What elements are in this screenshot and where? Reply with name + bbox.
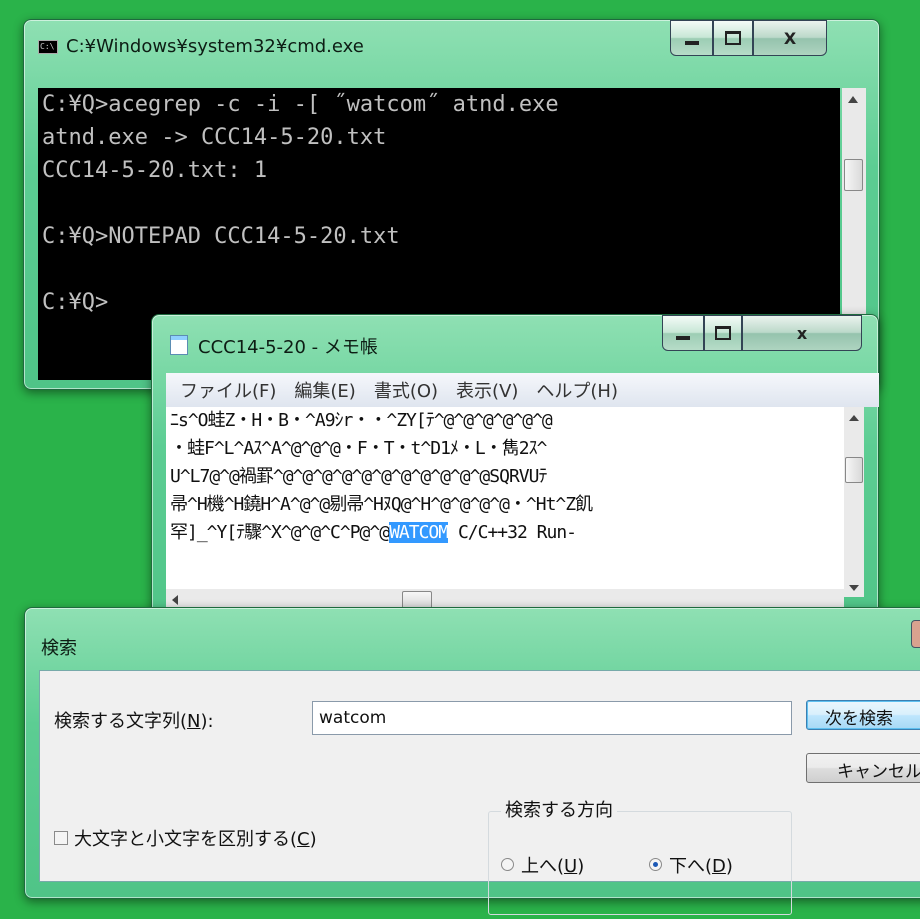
text-line-end: C/C++32 Run- <box>448 522 577 543</box>
console-line: C:¥Q>NOTEPAD CCC14-5-20.txt <box>42 224 400 249</box>
notepad-window: CCC14-5-20 - メモ帳 x ファイル(F) 編集(E) 書式(O) 表… <box>151 314 879 646</box>
minimize-icon <box>676 336 690 340</box>
direction-group: 検索する方向 上へ(U) 下へ(D) <box>488 796 792 915</box>
close-icon: x <box>796 323 808 343</box>
find-what-label: 検索する文字列(N): <box>54 711 214 732</box>
console-line: C:¥Q>acegrep -c -i -[ ˝watcom˝ atnd.exe <box>42 92 559 117</box>
console-line: atnd.exe -> CCC14-5-20.txt <box>42 125 387 150</box>
text-area[interactable]: ﾆs^O蛙Z・H・B・^A9ｼr・・^ZY[ﾃ^@^@^@^@^@^@ ・蛙F^… <box>166 407 844 589</box>
text-line: 帚^H機^H鐃H^A^@^@剔帚^HﾇQ@^H^@^@^@^@・^Ht^Z飢 <box>170 494 593 515</box>
menu-view[interactable]: 表示(V) <box>456 377 518 403</box>
notepad-title: CCC14-5-20 - メモ帳 <box>198 337 378 358</box>
search-input[interactable]: watcom <box>312 701 792 735</box>
minimize-button[interactable] <box>670 20 713 56</box>
maximize-icon <box>715 326 731 340</box>
menu-bar: ファイル(F) 編集(E) 書式(O) 表示(V) ヘルプ(H) <box>166 373 879 407</box>
scroll-thumb[interactable] <box>844 159 863 191</box>
menu-help[interactable]: ヘルプ(H) <box>536 377 618 403</box>
find-next-button[interactable]: 次を検索 <box>806 700 920 730</box>
menu-edit[interactable]: 編集(E) <box>294 377 355 403</box>
match-case-label[interactable]: 大文字と小文字を区別する(C) <box>74 825 317 851</box>
text-line: U^L7@^@禍罫^@^@^@^@^@^@^@^@^@^@^@SQRVUﾃ <box>170 466 547 487</box>
close-button[interactable] <box>911 620 920 648</box>
maximize-button[interactable] <box>704 315 742 351</box>
find-dialog-title: 検索 <box>41 638 77 659</box>
vertical-scrollbar[interactable] <box>844 407 864 597</box>
cmd-title: C:¥Windows¥system32¥cmd.exe <box>66 36 364 57</box>
text-line-start: 罕]_^Y[ﾃ驟^X^@^@^C^P@^@ <box>170 522 390 543</box>
text-line: ﾆs^O蛙Z・H・B・^A9ｼr・・^ZY[ﾃ^@^@^@^@^@^@ <box>170 410 553 431</box>
text-line: 罕]_^Y[ﾃ驟^X^@^@^C^P@^@WATCOM C/C++32 Run- <box>170 519 844 547</box>
minimize-button[interactable] <box>662 315 704 351</box>
menu-file[interactable]: ファイル(F) <box>180 377 276 403</box>
text-line: ・蛙F^L^Aｽ^A^@^@^@・F・T・t^D1ﾒ・L・雋2ｽ^ <box>170 438 547 459</box>
scroll-down-icon[interactable] <box>849 585 859 591</box>
cancel-button[interactable]: キャンセル <box>806 753 920 783</box>
maximize-button[interactable] <box>713 20 753 56</box>
find-dialog-body: 検索する文字列(N): watcom 次を検索 キャンセル 検索する方向 上へ(… <box>39 670 920 915</box>
match-case-checkbox[interactable] <box>54 831 68 845</box>
close-button[interactable]: X <box>753 20 827 56</box>
direction-down-radio[interactable] <box>649 858 662 871</box>
direction-label: 検索する方向 <box>501 796 617 822</box>
direction-up-label[interactable]: 上へ(U) <box>521 852 584 878</box>
close-button[interactable]: x <box>742 315 862 351</box>
find-dialog: 検索 検索する文字列(N): watcom 次を検索 キャンセル 検索する方向 … <box>24 607 920 915</box>
scroll-thumb[interactable] <box>845 457 863 483</box>
notepad-icon <box>170 335 188 355</box>
console-line: CCC14-5-20.txt: 1 <box>42 158 268 183</box>
minimize-icon <box>684 41 699 45</box>
direction-down-label[interactable]: 下へ(D) <box>669 852 733 878</box>
scroll-left-icon[interactable] <box>172 595 178 605</box>
direction-up-radio[interactable] <box>501 858 514 871</box>
maximize-icon <box>725 31 741 45</box>
selected-match: WATCOM <box>389 522 449 543</box>
scroll-up-icon[interactable] <box>849 415 859 421</box>
menu-format[interactable]: 書式(O) <box>374 377 438 403</box>
close-icon: X <box>783 28 797 48</box>
scroll-up-icon[interactable] <box>848 96 858 103</box>
cmd-title-icon: C:\ <box>38 40 58 54</box>
